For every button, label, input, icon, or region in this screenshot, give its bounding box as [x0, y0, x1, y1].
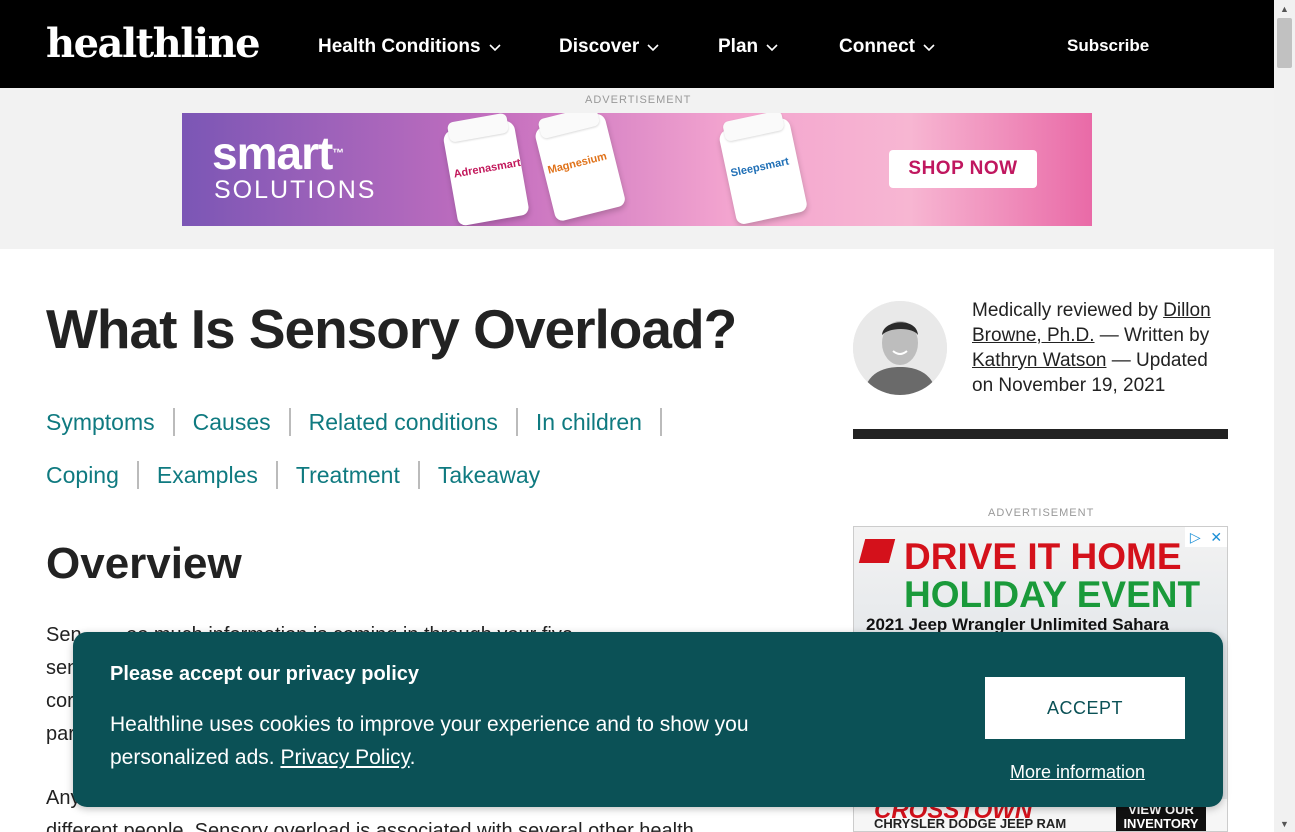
smart-solutions-banner-ad[interactable]: smart™ SOLUTIONS Adrenasmart Magnesium S…: [182, 113, 1092, 226]
side-ad-label: ADVERTISEMENT: [988, 507, 1095, 519]
toc-link-causes[interactable]: Causes: [193, 407, 271, 437]
toc-row-2: Coping Examples Treatment Takeaway: [46, 460, 766, 490]
person-portrait-icon: [853, 301, 947, 395]
article-byline: Medically reviewed by Dillon Browne, Ph.…: [972, 298, 1232, 398]
product-bottle-image: Magnesium: [533, 113, 627, 223]
nav-label: Connect: [839, 36, 915, 57]
cookie-message-end: .: [409, 746, 416, 769]
product-label: Magnesium: [546, 150, 609, 177]
ad-subheadline: HOLIDAY EVENT: [904, 574, 1201, 615]
article-title: What Is Sensory Overload?: [46, 298, 737, 360]
scroll-thumb[interactable]: [1277, 18, 1292, 68]
chevron-down-icon: [488, 44, 501, 52]
top-navigation: healthline Health Conditions Discover Pl…: [0, 0, 1274, 88]
toc-divider: [275, 461, 278, 489]
toc-row-1: Symptoms Causes Related conditions In ch…: [46, 407, 766, 437]
page: healthline Health Conditions Discover Pl…: [0, 0, 1295, 832]
toc-link-examples[interactable]: Examples: [157, 460, 258, 490]
product-bottle-image: Sleepsmart: [717, 113, 809, 226]
cookie-message: Healthline uses cookies to improve your …: [110, 708, 830, 774]
close-ad-icon[interactable]: ✕: [1210, 529, 1222, 546]
scroll-down-arrow-icon[interactable]: ▼: [1274, 815, 1295, 832]
cookie-message-text: Healthline uses cookies to improve your …: [110, 713, 749, 769]
byline-divider: [853, 429, 1228, 439]
ad-brand-name: smart™: [212, 127, 344, 179]
subscribe-link[interactable]: Subscribe: [1067, 34, 1149, 58]
toc-link-related-conditions[interactable]: Related conditions: [309, 407, 498, 437]
more-information-link[interactable]: More information: [1010, 760, 1145, 784]
nav-connect[interactable]: Connect: [839, 34, 935, 60]
chevron-down-icon: [647, 44, 659, 52]
byline-mid: — Written by: [1094, 325, 1210, 346]
page-scrollbar[interactable]: ▲ ▼: [1274, 0, 1295, 832]
product-label: Adrenasmart: [452, 156, 522, 181]
privacy-policy-link[interactable]: Privacy Policy: [280, 746, 409, 769]
nav-health-conditions[interactable]: Health Conditions: [318, 34, 501, 60]
nav-plan[interactable]: Plan: [718, 34, 778, 60]
product-bottle-image: Adrenasmart: [442, 113, 530, 226]
adchoices-controls[interactable]: ▷ ✕: [1185, 527, 1227, 547]
nav-discover[interactable]: Discover: [559, 34, 659, 60]
toc-link-takeaway[interactable]: Takeaway: [438, 460, 540, 490]
nav-label: Plan: [718, 36, 759, 57]
bottle-cap: [722, 113, 785, 143]
toc-divider: [172, 408, 175, 436]
chevron-down-icon: [766, 44, 778, 52]
dealer-brands: CHRYSLER DODGE JEEP RAM: [874, 816, 1067, 831]
ad-brand-sub: SOLUTIONS: [214, 176, 377, 204]
flag-graphic: [858, 539, 896, 563]
ad-label: ADVERTISEMENT: [585, 94, 692, 106]
scroll-up-arrow-icon[interactable]: ▲: [1274, 0, 1295, 17]
toc-divider: [515, 408, 518, 436]
toc-divider: [288, 408, 291, 436]
toc-link-in-children[interactable]: In children: [536, 407, 642, 437]
bottle-cap: [446, 113, 510, 143]
nav-label: Health Conditions: [318, 36, 481, 57]
healthline-logo[interactable]: healthline: [46, 22, 261, 66]
accept-button[interactable]: ACCEPT: [985, 677, 1185, 739]
bottle-cap: [537, 113, 601, 140]
product-label: Sleepsmart: [729, 155, 791, 180]
cookie-consent-banner: Please accept our privacy policy Healthl…: [73, 632, 1223, 807]
cookie-title: Please accept our privacy policy: [110, 663, 420, 685]
section-heading-overview: Overview: [46, 539, 242, 588]
shop-now-button[interactable]: SHOP NOW: [889, 150, 1037, 188]
toc-link-coping[interactable]: Coping: [46, 460, 119, 490]
chevron-down-icon: [923, 44, 935, 52]
ad-headline: DRIVE IT HOME: [904, 536, 1182, 577]
toc-link-symptoms[interactable]: Symptoms: [46, 407, 155, 437]
author-link[interactable]: Kathryn Watson: [972, 350, 1106, 371]
byline-prefix: Medically reviewed by: [972, 300, 1164, 321]
paragraph-line: different people. Sensory overload is as…: [46, 820, 694, 832]
toc-link-treatment[interactable]: Treatment: [296, 460, 400, 490]
adchoices-icon[interactable]: ▷: [1190, 529, 1201, 546]
toc-divider: [417, 461, 420, 489]
reviewer-avatar: [853, 301, 947, 395]
toc-divider: [136, 461, 139, 489]
nav-label: Discover: [559, 36, 640, 57]
toc-divider: [659, 408, 662, 436]
